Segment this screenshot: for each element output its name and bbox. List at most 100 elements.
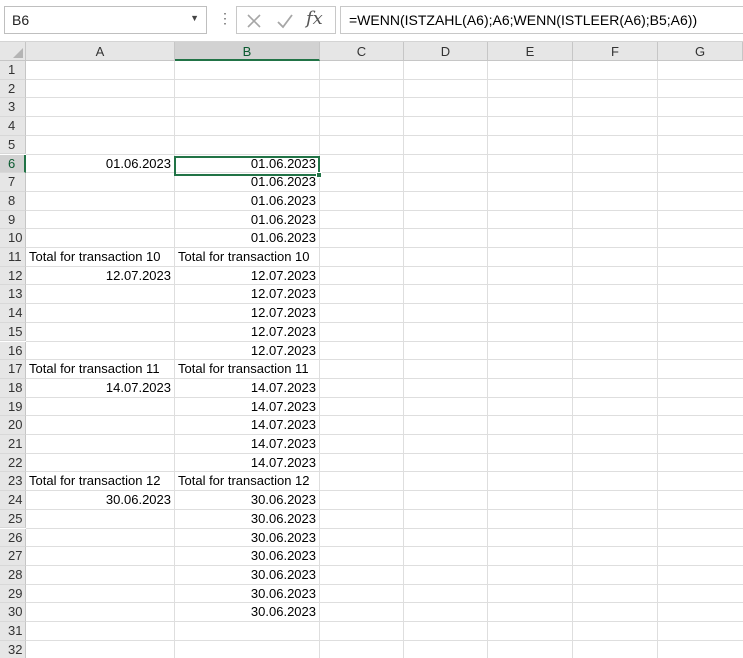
active-cell-border: [174, 156, 320, 176]
gridline-horizontal: [26, 602, 743, 604]
row-header-2[interactable]: 2: [0, 79, 26, 99]
cell-b30[interactable]: 30.06.2023: [175, 603, 319, 621]
gridline-horizontal: [26, 116, 743, 118]
row-header-26[interactable]: 26: [0, 528, 26, 548]
cell-b19[interactable]: 14.07.2023: [175, 398, 319, 416]
gridline-horizontal: [26, 228, 743, 230]
cell-a12[interactable]: 12.07.2023: [26, 267, 174, 285]
row-header-7[interactable]: 7: [0, 173, 26, 192]
cell-b17[interactable]: Total for transaction 11: [175, 360, 319, 378]
row-header-29[interactable]: 29: [0, 584, 26, 604]
cell-b16[interactable]: 12.07.2023: [175, 342, 319, 360]
cell-a11[interactable]: Total for transaction 10: [26, 248, 174, 266]
row-header-12[interactable]: 12: [0, 266, 26, 286]
row-header-25[interactable]: 25: [0, 509, 26, 529]
row-header-19[interactable]: 19: [0, 397, 26, 417]
gridline-horizontal: [26, 209, 743, 211]
name-box-value: B6: [12, 12, 30, 28]
column-header-d[interactable]: D: [404, 42, 488, 61]
cell-b22[interactable]: 14.07.2023: [175, 454, 319, 472]
cell-b10[interactable]: 01.06.2023: [175, 229, 319, 247]
gridline-horizontal: [26, 134, 743, 136]
cell-b25[interactable]: 30.06.2023: [175, 510, 319, 528]
row-header-18[interactable]: 18: [0, 378, 26, 398]
column-header-c[interactable]: C: [320, 42, 404, 61]
cell-a6[interactable]: 01.06.2023: [26, 155, 174, 173]
row-header-13[interactable]: 13: [0, 285, 26, 305]
cell-a17[interactable]: Total for transaction 11: [26, 360, 174, 378]
cell-b11[interactable]: Total for transaction 10: [175, 248, 319, 266]
column-header-b[interactable]: B: [175, 42, 320, 61]
insert-function-icon[interactable]: fx: [306, 8, 323, 29]
row-header-20[interactable]: 20: [0, 416, 26, 435]
row-header-15[interactable]: 15: [0, 322, 26, 342]
gridline-horizontal: [26, 546, 743, 548]
gridline-horizontal: [26, 340, 743, 342]
row-header-31[interactable]: 31: [0, 622, 26, 641]
cell-b8[interactable]: 01.06.2023: [175, 192, 319, 210]
select-all-corner[interactable]: [0, 42, 26, 61]
gridline-horizontal: [26, 303, 743, 305]
row-header-24[interactable]: 24: [0, 491, 26, 510]
cell-b24[interactable]: 30.06.2023: [175, 491, 319, 509]
more-options-icon[interactable]: ⋮: [218, 10, 232, 27]
gridline-horizontal: [26, 452, 743, 454]
row-header-6[interactable]: 6: [0, 154, 26, 174]
cell-b27[interactable]: 30.06.2023: [175, 547, 319, 565]
gridline-horizontal: [26, 78, 743, 80]
gridline-horizontal: [26, 97, 743, 99]
row-header-1[interactable]: 1: [0, 61, 26, 80]
chevron-down-icon[interactable]: ▼: [190, 13, 199, 23]
name-box[interactable]: B6 ▼: [4, 6, 207, 34]
cell-a23[interactable]: Total for transaction 12: [26, 472, 174, 490]
column-header-a[interactable]: A: [26, 42, 175, 61]
row-header-10[interactable]: 10: [0, 229, 26, 248]
column-header-g[interactable]: G: [658, 42, 743, 61]
enter-check-icon[interactable]: [276, 13, 294, 29]
cell-b13[interactable]: 12.07.2023: [175, 285, 319, 303]
spreadsheet-grid: ABCDEFG 1 2 3 4 5 6 7 8 9 10 11 12 13 14 15 16 17 18 19 20 2…: [0, 42, 743, 658]
column-header-e[interactable]: E: [488, 42, 573, 61]
column-header-f[interactable]: F: [573, 42, 658, 61]
row-header-9[interactable]: 9: [0, 210, 26, 230]
gridline-horizontal: [26, 621, 743, 622]
row-header-5[interactable]: 5: [0, 135, 26, 155]
cell-b18[interactable]: 14.07.2023: [175, 379, 319, 397]
row-header-27[interactable]: 27: [0, 547, 26, 566]
row-header-28[interactable]: 28: [0, 565, 26, 585]
formula-buttons: fx: [236, 6, 336, 34]
gridline-horizontal: [26, 434, 743, 435]
row-header-4[interactable]: 4: [0, 117, 26, 136]
gridline-horizontal: [26, 415, 743, 417]
row-header-11[interactable]: 11: [0, 248, 26, 267]
cell-a24[interactable]: 30.06.2023: [26, 491, 174, 509]
cell-a18[interactable]: 14.07.2023: [26, 379, 174, 397]
row-header-32[interactable]: 32: [0, 640, 26, 658]
cell-b29[interactable]: 30.06.2023: [175, 585, 319, 603]
cell-b26[interactable]: 30.06.2023: [175, 529, 319, 547]
row-header-16[interactable]: 16: [0, 341, 26, 361]
cell-b12[interactable]: 12.07.2023: [175, 267, 319, 285]
row-header-23[interactable]: 23: [0, 472, 26, 492]
row-header-21[interactable]: 21: [0, 435, 26, 454]
row-header-22[interactable]: 22: [0, 453, 26, 473]
fill-handle[interactable]: [316, 172, 322, 178]
cell-b23[interactable]: Total for transaction 12: [175, 472, 319, 490]
formula-input[interactable]: =WENN(ISTZAHL(A6);A6;WENN(ISTLEER(A6);B5…: [340, 6, 743, 34]
cell-b14[interactable]: 12.07.2023: [175, 304, 319, 322]
cell-b28[interactable]: 30.06.2023: [175, 566, 319, 584]
gridline-horizontal: [26, 190, 743, 192]
gridline-horizontal: [26, 564, 743, 566]
row-header-17[interactable]: 17: [0, 360, 26, 379]
row-header-3[interactable]: 3: [0, 98, 26, 118]
cell-b15[interactable]: 12.07.2023: [175, 323, 319, 341]
row-header-14[interactable]: 14: [0, 304, 26, 323]
row-header-8[interactable]: 8: [0, 191, 26, 211]
row-header-30[interactable]: 30: [0, 603, 26, 622]
cell-b21[interactable]: 14.07.2023: [175, 435, 319, 453]
gridline-horizontal: [26, 321, 743, 323]
cancel-icon[interactable]: [246, 13, 262, 29]
cell-b9[interactable]: 01.06.2023: [175, 211, 319, 229]
formula-bar: B6 ▼ ⋮ fx =WENN(ISTZAHL(A6);A6;WENN(ISTL…: [0, 0, 743, 42]
cell-b20[interactable]: 14.07.2023: [175, 416, 319, 434]
